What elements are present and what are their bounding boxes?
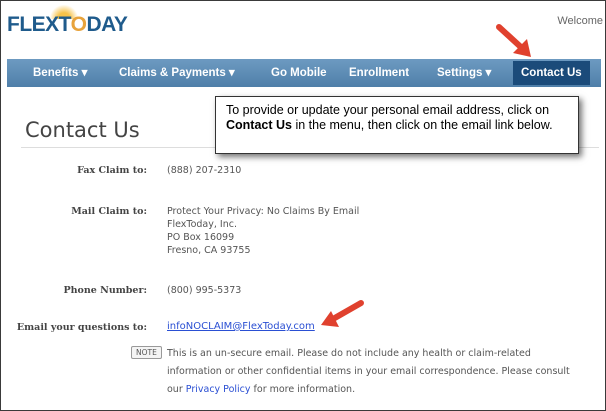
email-label: Email your questions to: xyxy=(16,322,147,333)
welcome-text: Welcome xyxy=(557,15,603,27)
nav-contact-us[interactable]: Contact Us xyxy=(513,61,590,85)
fax-label: Fax Claim to: xyxy=(77,165,147,176)
red-arrow-icon xyxy=(496,24,531,57)
mail-line: FlexToday, Inc. xyxy=(167,219,237,230)
mail-address: Protect Your Privacy: No Claims By Email… xyxy=(167,205,359,257)
email-link[interactable]: infoNOCLAIM@FlexToday.com xyxy=(167,321,315,332)
logo-text-part: FLEXT xyxy=(7,13,71,36)
callout-line-1: To provide or update your personal email… xyxy=(226,103,550,117)
instruction-callout: To provide or update your personal email… xyxy=(215,96,579,154)
page-frame: FLEXTODAY Welcome Benefits ▾ Claims & Pa… xyxy=(0,0,606,411)
callout-bold-text: Contact Us xyxy=(226,118,292,132)
nav-benefits[interactable]: Benefits ▾ xyxy=(33,59,87,87)
mail-line: PO Box 16099 xyxy=(167,232,235,243)
logo-text-part-2: DAY xyxy=(86,13,128,36)
privacy-policy-link[interactable]: Privacy Policy xyxy=(186,384,251,395)
callout-line-2: in the menu, then click on the email lin… xyxy=(291,118,553,132)
mail-line: Protect Your Privacy: No Claims By Email xyxy=(167,206,360,217)
mail-label: Mail Claim to: xyxy=(71,206,147,217)
logo[interactable]: FLEXTODAY xyxy=(7,13,128,37)
logo-text-o: O xyxy=(70,13,87,36)
nav-enrollment[interactable]: Enrollment xyxy=(349,59,409,87)
fax-value: (888) 207-2310 xyxy=(167,165,242,176)
note-badge: NOTE xyxy=(131,346,162,359)
nav-claims-payments[interactable]: Claims & Payments ▾ xyxy=(119,59,235,87)
red-arrow-icon xyxy=(321,300,364,327)
phone-label: Phone Number: xyxy=(63,285,148,296)
nav-go-mobile[interactable]: Go Mobile xyxy=(271,59,327,87)
note-tail: for more information. xyxy=(250,384,356,395)
mail-line: Fresno, CA 93755 xyxy=(167,245,251,256)
phone-value: (800) 995-5373 xyxy=(167,285,242,296)
page-title: Contact Us xyxy=(25,118,140,142)
note-text: This is an un-secure email. Please do no… xyxy=(167,345,577,399)
nav-settings[interactable]: Settings ▾ xyxy=(437,59,491,87)
main-nav-bar: Benefits ▾ Claims & Payments ▾ Go Mobile… xyxy=(7,59,601,87)
